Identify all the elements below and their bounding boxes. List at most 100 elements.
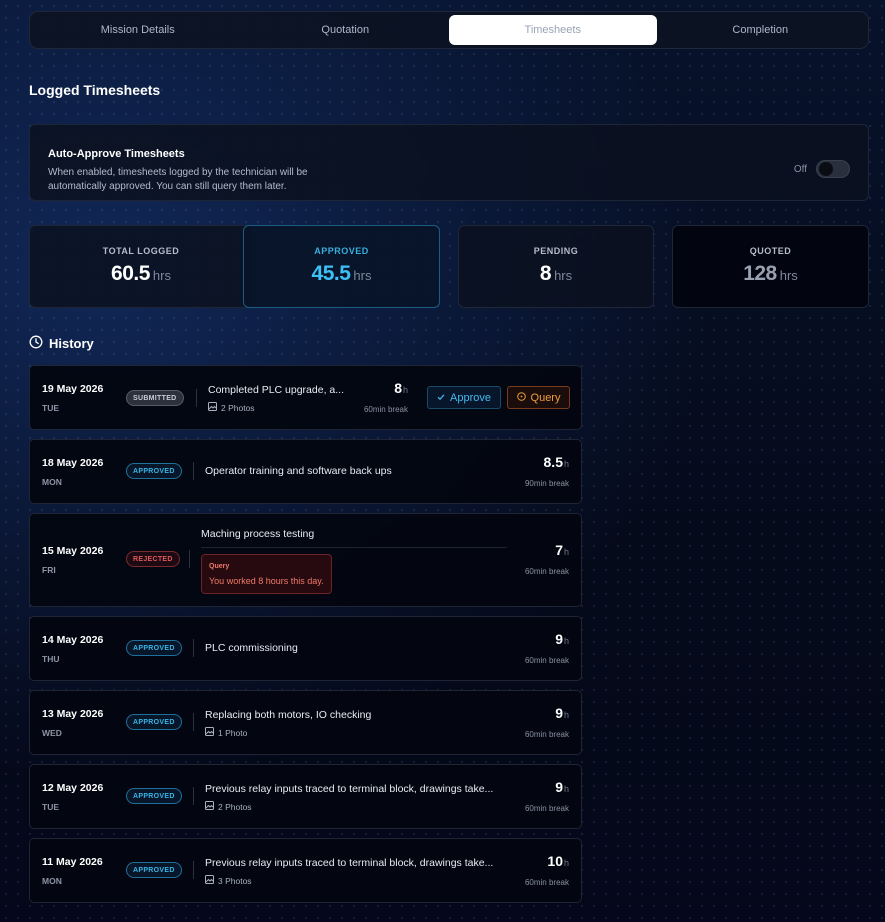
tab-mission-details[interactable]: Mission Details — [34, 15, 242, 45]
hours-value: 9 — [555, 631, 563, 647]
entry-description: Operator training and software back ups — [205, 465, 392, 477]
entry-description: PLC commissioning — [205, 642, 298, 654]
history-title: History — [49, 336, 94, 351]
auto-approve-title: Auto-Approve Timesheets — [48, 148, 185, 160]
entry-hours: 9h — [555, 779, 569, 795]
entry-day: WED — [42, 728, 62, 738]
stat-label: QUOTED — [749, 246, 792, 256]
entry-photos[interactable]: 3 Photos — [205, 875, 252, 886]
tab-quotation[interactable]: Quotation — [242, 15, 450, 45]
stat-label: APPROVED — [314, 246, 369, 256]
page-title: Logged Timesheets — [29, 82, 161, 98]
image-icon — [205, 875, 214, 886]
alert-circle-icon — [516, 391, 526, 404]
entry-hours: 8h — [394, 380, 408, 396]
hours-unit: h — [563, 784, 569, 794]
entry-description: Completed PLC upgrade, a... — [208, 384, 344, 396]
toggle-knob — [819, 162, 833, 176]
photo-count: 2 Photos — [218, 801, 252, 812]
timesheet-row[interactable]: 18 May 2026 MON APPROVED Operator traini… — [29, 439, 582, 504]
entry-hours: 7h — [555, 542, 569, 558]
image-icon — [205, 801, 214, 812]
divider — [201, 547, 507, 548]
entry-photos[interactable]: 2 Photos — [208, 402, 255, 413]
timesheet-row[interactable]: 13 May 2026 WED APPROVED Replacing both … — [29, 690, 582, 755]
clock-icon — [29, 335, 43, 352]
divider — [193, 787, 194, 805]
timesheet-row[interactable]: 19 May 2026 TUE SUBMITTED Completed PLC … — [29, 365, 582, 430]
stat-approved: APPROVED 45.5 hrs — [243, 225, 440, 308]
stat-label: PENDING — [533, 246, 579, 256]
stat-unit: hrs — [554, 268, 573, 283]
stat-pending: PENDING 8 hrs — [458, 225, 654, 308]
entry-day: FRI — [42, 565, 56, 575]
tab-timesheets[interactable]: Timesheets — [449, 15, 657, 45]
hours-value: 8.5 — [543, 454, 563, 470]
divider — [193, 861, 194, 879]
tab-bar: Mission Details Quotation Timesheets Com… — [29, 11, 869, 49]
approve-button[interactable]: Approve — [427, 386, 501, 409]
entry-break: 60min break — [524, 878, 569, 887]
entry-break: 60min break — [524, 730, 569, 739]
stat-unit: hrs — [353, 268, 372, 283]
hours-value: 10 — [547, 853, 563, 869]
auto-approve-card: Auto-Approve Timesheets When enabled, ti… — [29, 124, 869, 201]
check-icon — [437, 392, 445, 404]
entry-photos[interactable]: 1 Photo — [205, 727, 247, 738]
auto-approve-toggle-group: Off — [794, 160, 850, 178]
status-badge: APPROVED — [126, 714, 182, 730]
hours-value: 9 — [555, 779, 563, 795]
entry-day: TUE — [42, 403, 59, 413]
divider — [193, 462, 194, 480]
entry-description: Previous relay inputs traced to terminal… — [205, 783, 494, 795]
entry-hours: 8.5 h — [544, 454, 569, 470]
entry-date: 11 May 2026 — [42, 856, 103, 868]
entry-break: 60min break — [524, 567, 569, 576]
stat-value: 128 — [743, 262, 777, 285]
entry-description: Replacing both motors, IO checking — [205, 709, 372, 721]
divider — [193, 713, 194, 731]
stat-total-logged: TOTAL LOGGED 60.5 hrs — [29, 225, 253, 308]
entry-date: 14 May 2026 — [42, 634, 104, 646]
query-title: Query — [209, 563, 230, 570]
query-button[interactable]: Query — [507, 386, 570, 409]
entry-break: 60min break — [524, 804, 569, 813]
entry-break: 60min break — [524, 656, 569, 665]
entry-date: 19 May 2026 — [42, 383, 104, 395]
entry-day: MON — [42, 477, 62, 487]
stat-value: 8 — [539, 262, 552, 285]
status-badge: APPROVED — [126, 463, 182, 479]
photo-count: 3 Photos — [218, 875, 252, 886]
entry-photos[interactable]: 2 Photos — [205, 801, 252, 812]
query-label: Query — [530, 391, 561, 404]
status-badge: REJECTED — [126, 551, 180, 567]
photo-count: 1 Photo — [218, 727, 248, 738]
auto-approve-toggle[interactable] — [816, 160, 850, 178]
entry-hours: 10 h — [547, 853, 569, 869]
divider — [196, 389, 197, 407]
timesheet-row[interactable]: 12 May 2026 TUE APPROVED Previous relay … — [29, 764, 582, 829]
hours-unit: h — [563, 459, 569, 469]
stat-label: TOTAL LOGGED — [102, 246, 180, 256]
stat-unit: hrs — [779, 268, 798, 283]
entry-day: MON — [42, 876, 62, 886]
timesheet-row[interactable]: 11 May 2026 MON APPROVED Previous relay … — [29, 838, 582, 903]
hours-unit: h — [563, 710, 569, 720]
entry-break: 90min break — [524, 479, 569, 488]
hours-unit: h — [563, 858, 569, 868]
hours-unit: h — [402, 385, 408, 395]
entry-hours: 9h — [555, 631, 569, 647]
divider — [189, 550, 190, 568]
entry-date: 18 May 2026 — [42, 457, 104, 469]
divider — [193, 639, 194, 657]
auto-approve-description: When enabled, timesheets logged by the t… — [48, 167, 308, 192]
hours-value: 7 — [555, 542, 563, 558]
entry-day: THU — [42, 654, 60, 664]
tab-completion[interactable]: Completion — [657, 15, 865, 45]
entry-description: Previous relay inputs traced to terminal… — [205, 857, 494, 869]
timesheet-row[interactable]: 14 May 2026 THU APPROVED PLC commissioni… — [29, 616, 582, 681]
approve-label: Approve — [450, 391, 491, 404]
hours-value: 8 — [394, 380, 402, 396]
status-badge: APPROVED — [126, 788, 182, 804]
timesheet-row[interactable]: 15 May 2026 FRI REJECTED Maching process… — [29, 513, 582, 607]
